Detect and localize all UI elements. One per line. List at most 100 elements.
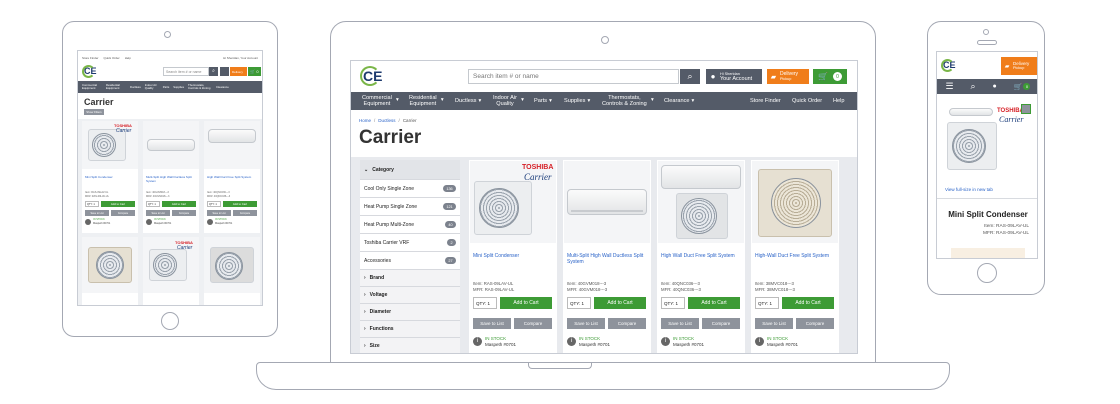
- tablet-nav-commercial[interactable]: Commercial Equipment: [82, 84, 102, 90]
- tablet-add-to-cart-button[interactable]: Add to Cart: [101, 201, 135, 207]
- product-card[interactable]: TOSHIBA Carrier Mini Split Condenser Ite…: [469, 160, 557, 353]
- qty-input[interactable]: QTY: 1: [567, 297, 591, 309]
- phone-product-image[interactable]: TOSHIBA Carrier: [945, 102, 1033, 180]
- tablet-product-name[interactable]: High Wall Duct Free Split System: [207, 175, 257, 179]
- product-card[interactable]: High Wall Duct Free Split System Item: 4…: [657, 160, 745, 353]
- compare-button[interactable]: Compare: [796, 318, 834, 329]
- laptop-logo[interactable]: CE: [360, 66, 382, 86]
- menu-icon[interactable]: ☰: [945, 81, 953, 92]
- tablet-qty-input[interactable]: QTY: 1: [146, 201, 160, 207]
- phone-logo[interactable]: CE: [941, 59, 956, 72]
- tablet-account-link[interactable]: Hi Sheridan, Your Account: [223, 56, 258, 60]
- add-to-cart-button[interactable]: Add to Cart: [688, 297, 740, 309]
- search-icon[interactable]: ⌕: [971, 81, 976, 92]
- filter-diameter[interactable]: › Diameter: [360, 304, 460, 321]
- category-header[interactable]: ⌄ Category: [360, 160, 460, 180]
- laptop-nav-thermostats[interactable]: Thermostats, Controls & Zoning ▾: [602, 95, 654, 107]
- info-icon[interactable]: i: [755, 337, 764, 346]
- qty-input[interactable]: QTY: 1: [755, 297, 779, 309]
- laptop-cart-button[interactable]: 🛒 0: [813, 69, 847, 84]
- tablet-logo[interactable]: CE: [82, 65, 97, 78]
- save-to-list-button[interactable]: Save to List: [473, 318, 511, 329]
- tablet-product-card[interactable]: TOSHIBA Carrier: [143, 237, 199, 305]
- breadcrumb-home[interactable]: Home: [359, 118, 371, 123]
- phone-delivery-button[interactable]: ▰ Delivery Pickup: [1001, 57, 1037, 75]
- category-item[interactable]: Accessories 27: [360, 252, 460, 270]
- product-image[interactable]: TOSHIBA Carrier: [470, 161, 556, 243]
- product-card[interactable]: High-Wall Duct Free Split System Item: 3…: [751, 160, 839, 353]
- add-to-cart-button[interactable]: Add to Cart: [782, 297, 834, 309]
- laptop-nav-store-finder[interactable]: Store Finder: [750, 98, 781, 104]
- product-image[interactable]: [752, 161, 838, 243]
- product-image[interactable]: [658, 161, 744, 243]
- tablet-product-name[interactable]: Multi-Split High Wall Ductless Split Sys…: [146, 175, 196, 183]
- laptop-search-button[interactable]: ⌕: [680, 69, 700, 84]
- laptop-search-input[interactable]: Search item # or name: [468, 69, 679, 84]
- tablet-add-to-cart-button[interactable]: Add to Cart: [162, 201, 196, 207]
- save-to-list-button[interactable]: Save to List: [755, 318, 793, 329]
- tablet-search-input[interactable]: Search item # or name: [163, 67, 209, 76]
- product-image[interactable]: [564, 161, 650, 243]
- laptop-nav-ductless[interactable]: Ductless ▾: [455, 98, 481, 104]
- category-item[interactable]: Cool Only Single Zone 136: [360, 180, 460, 198]
- tablet-product-image[interactable]: [204, 121, 260, 169]
- info-icon[interactable]: i: [661, 337, 670, 346]
- tablet-save-to-list-button[interactable]: Save to List: [85, 210, 109, 216]
- compare-button[interactable]: Compare: [514, 318, 552, 329]
- compare-button[interactable]: Compare: [608, 318, 646, 329]
- category-item[interactable]: Heat Pump Single Zone 121: [360, 198, 460, 216]
- tablet-quick-order-link[interactable]: Quick Order: [104, 56, 120, 60]
- tablet-product-card[interactable]: Multi-Split High Wall Ductless Split Sys…: [143, 121, 199, 233]
- breadcrumb-ductless[interactable]: Ductless: [378, 118, 395, 123]
- product-name[interactable]: High Wall Duct Free Split System: [661, 253, 741, 259]
- tablet-show-filters-button[interactable]: Show Filters: [84, 109, 104, 115]
- tablet-search-icon[interactable]: ⌕: [209, 67, 218, 76]
- laptop-nav-quick-order[interactable]: Quick Order: [792, 98, 822, 104]
- filter-brand[interactable]: › Brand: [360, 270, 460, 287]
- product-name[interactable]: Mini Split Condenser: [473, 253, 553, 259]
- tablet-product-card[interactable]: TOSHIBA Carrier Mini Split Condenser Ite…: [82, 121, 138, 233]
- laptop-nav-clearance[interactable]: Clearance ▾: [664, 98, 694, 104]
- tablet-save-to-list-button[interactable]: Save to List: [146, 210, 170, 216]
- info-icon[interactable]: i: [567, 337, 576, 346]
- phone-cart-button[interactable]: 🛒 0: [1014, 83, 1031, 91]
- info-icon[interactable]: i: [473, 337, 482, 346]
- tablet-nav-parts[interactable]: Parts: [163, 85, 170, 89]
- product-name[interactable]: High-Wall Duct Free Split System: [755, 253, 835, 259]
- tablet-compare-button[interactable]: Compare: [172, 210, 196, 216]
- tablet-nav-residential[interactable]: Residential Equipment: [106, 84, 126, 90]
- view-full-size-link[interactable]: View full-size in new tab: [945, 187, 993, 192]
- tablet-product-name[interactable]: Mini Split Condenser: [85, 175, 113, 179]
- tablet-help-link[interactable]: Help: [125, 56, 131, 60]
- tablet-compare-button[interactable]: Compare: [111, 210, 135, 216]
- laptop-delivery-button[interactable]: ▰ Delivery Pickup: [767, 69, 809, 84]
- phone-home-button[interactable]: [977, 263, 997, 283]
- tablet-nav-supplies[interactable]: Supplies: [173, 85, 184, 89]
- laptop-nav-supplies[interactable]: Supplies ▾: [564, 98, 590, 104]
- tablet-compare-button[interactable]: Compare: [233, 210, 257, 216]
- filter-voltage[interactable]: › Voltage: [360, 287, 460, 304]
- tablet-save-to-list-button[interactable]: Save to List: [207, 210, 231, 216]
- tablet-product-image[interactable]: TOSHIBA Carrier: [82, 121, 138, 169]
- tablet-delivery-button[interactable]: Delivery: [230, 67, 247, 76]
- category-item[interactable]: Toshiba Carrier VRF 2: [360, 234, 460, 252]
- tablet-product-image[interactable]: TOSHIBA Carrier: [143, 237, 199, 293]
- tablet-qty-input[interactable]: QTY: 1: [85, 201, 99, 207]
- tablet-cart-button[interactable]: 🛒 0: [248, 67, 261, 76]
- add-to-cart-button[interactable]: Add to Cart: [500, 297, 552, 309]
- product-name[interactable]: Multi-Split High Wall Ductless Split Sys…: [567, 253, 647, 265]
- tablet-product-image[interactable]: [82, 237, 138, 293]
- laptop-nav-help[interactable]: Help: [833, 98, 845, 104]
- gallery-thumbnail[interactable]: [1021, 104, 1031, 114]
- save-to-list-button[interactable]: Save to List: [567, 318, 605, 329]
- tablet-account-icon[interactable]: [220, 67, 229, 76]
- tablet-nav-thermostats[interactable]: Thermostats, Controls & Zoning: [188, 84, 212, 90]
- tablet-nav-iaq[interactable]: Indoor Air Quality: [145, 84, 159, 90]
- user-icon[interactable]: ●: [993, 83, 997, 90]
- tablet-qty-input[interactable]: QTY: 1: [207, 201, 221, 207]
- qty-input[interactable]: QTY: 1: [661, 297, 685, 309]
- tablet-product-card[interactable]: High Wall Duct Free Split System Item: 4…: [204, 121, 260, 233]
- save-to-list-button[interactable]: Save to List: [661, 318, 699, 329]
- filter-functions[interactable]: › Functions: [360, 321, 460, 338]
- tablet-nav-ductless[interactable]: Ductless: [130, 85, 141, 89]
